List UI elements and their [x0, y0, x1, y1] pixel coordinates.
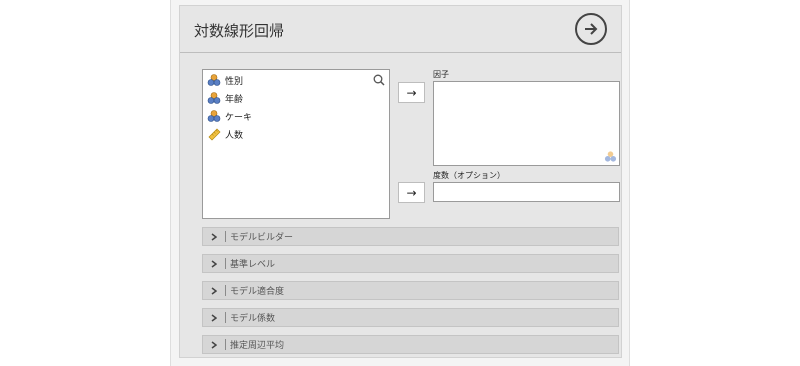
- section-reference-levels[interactable]: 基準レベル: [202, 254, 619, 273]
- section-label: モデル係数: [230, 314, 276, 324]
- divider: [225, 258, 226, 269]
- nominal-variable-icon: [207, 110, 221, 122]
- variable-label: 人数: [225, 130, 244, 141]
- chevron-right-icon: [211, 340, 221, 349]
- section-model-fit[interactable]: モデル適合度: [202, 281, 619, 300]
- variable-item[interactable]: 人数: [207, 126, 243, 142]
- search-icon[interactable]: [373, 74, 385, 86]
- degree-target-field[interactable]: [433, 182, 620, 202]
- options-container: 対数線形回帰 性別 年齢 ケーキ 人数 → 因子 → 度数（オプション） モデル…: [179, 5, 622, 358]
- move-to-degree-button[interactable]: →: [398, 182, 425, 203]
- divider: [225, 285, 226, 296]
- nominal-variable-icon: [207, 74, 221, 86]
- section-label: 推定周辺平均: [230, 341, 285, 351]
- divider: [225, 339, 226, 350]
- nominal-variable-icon: [604, 151, 617, 162]
- analysis-options-panel: 対数線形回帰 性別 年齢 ケーキ 人数 → 因子 → 度数（オプション） モデル…: [170, 0, 630, 366]
- variable-label: 性別: [225, 76, 244, 87]
- nominal-variable-icon: [207, 92, 221, 104]
- variable-item[interactable]: ケーキ: [207, 108, 252, 124]
- chevron-right-icon: [211, 232, 221, 241]
- section-label: モデルビルダー: [230, 233, 294, 243]
- factor-target-list[interactable]: [433, 81, 620, 166]
- chevron-right-icon: [211, 313, 221, 322]
- divider: [225, 231, 226, 242]
- variable-list[interactable]: 性別 年齢 ケーキ 人数: [202, 69, 390, 219]
- section-label: 基準レベル: [230, 260, 276, 270]
- panel-title: 対数線形回帰: [194, 22, 285, 40]
- degree-label: 度数（オプション）: [433, 171, 505, 180]
- variable-item[interactable]: 性別: [207, 72, 243, 88]
- variable-item[interactable]: 年齢: [207, 90, 243, 106]
- section-label: モデル適合度: [230, 287, 285, 297]
- panel-header: 対数線形回帰: [180, 6, 621, 53]
- chevron-right-icon: [211, 259, 221, 268]
- section-estimated-marginal-means[interactable]: 推定周辺平均: [202, 335, 619, 354]
- variable-label: 年齢: [225, 94, 244, 105]
- variable-label: ケーキ: [225, 112, 253, 123]
- divider: [225, 312, 226, 323]
- arrow-right-circle-icon[interactable]: [575, 13, 607, 45]
- section-model-coefficients[interactable]: モデル係数: [202, 308, 619, 327]
- continuous-variable-icon: [208, 128, 221, 141]
- factor-label: 因子: [433, 70, 449, 79]
- chevron-right-icon: [211, 286, 221, 295]
- move-to-factor-button[interactable]: →: [398, 82, 425, 103]
- section-model-builder[interactable]: モデルビルダー: [202, 227, 619, 246]
